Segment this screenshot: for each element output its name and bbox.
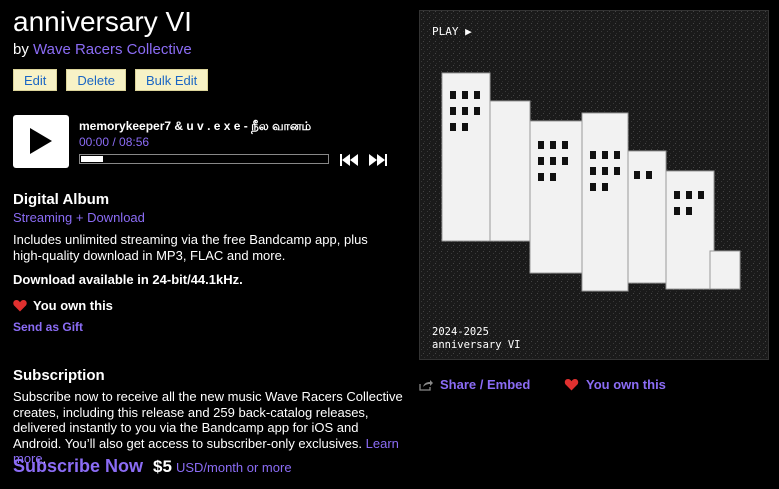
subscription-price: $5: [153, 457, 172, 476]
byline: by Wave Racers Collective: [13, 41, 192, 58]
you-own-this-button[interactable]: You own this: [564, 377, 666, 392]
artist-link[interactable]: Wave Racers Collective: [33, 41, 192, 58]
subscription-description: Subscribe now to receive all the new mus…: [13, 389, 408, 467]
edit-button[interactable]: Edit: [13, 69, 58, 91]
share-embed-button[interactable]: Share / Embed: [419, 377, 530, 392]
price-suffix: USD/month or more: [175, 460, 292, 475]
cover-art: PLAY ▶ 2024-2025 anniversary VI: [420, 11, 768, 359]
bulk-edit-button[interactable]: Bulk Edit: [134, 69, 209, 91]
you-own-this-label: You own this: [586, 377, 666, 392]
next-track-icon[interactable]: [369, 153, 389, 167]
album-description: Includes unlimited streaming via the fre…: [13, 232, 368, 263]
share-embed-label: Share / Embed: [440, 377, 531, 392]
send-as-gift-link[interactable]: Send as Gift: [13, 320, 83, 334]
share-icon: [419, 379, 433, 391]
subscription-text: Subscribe now to receive all the new mus…: [13, 389, 403, 451]
subscribe-row: Subscribe Now $5 USD/month or more: [13, 456, 292, 477]
download-note: Download available in 24-bit/44.1kHz.: [13, 272, 243, 287]
delete-button[interactable]: Delete: [66, 69, 126, 91]
owned-label: You own this: [33, 298, 113, 313]
album-cover[interactable]: PLAY ▶ 2024-2025 anniversary VI: [419, 10, 769, 360]
heart-icon: [13, 300, 27, 312]
streaming-download-label: Streaming + Download: [13, 210, 145, 225]
by-label: by: [13, 41, 29, 58]
cover-name-text: anniversary VI: [432, 339, 521, 351]
digital-album-heading: Digital Album: [13, 191, 110, 208]
play-button[interactable]: [13, 115, 69, 168]
cover-play-label: PLAY ▶: [432, 25, 472, 38]
album-title: anniversary VI: [13, 6, 192, 37]
track-time: 00:00 / 08:56: [79, 135, 150, 149]
track-title: memorykeeper7 & u v . e x e - நீல வானம்: [79, 119, 312, 133]
progress-bar[interactable]: [79, 154, 329, 164]
subscription-heading: Subscription: [13, 367, 105, 384]
admin-buttons: Edit Delete Bulk Edit: [13, 69, 209, 91]
subscribe-now-button[interactable]: Subscribe Now: [13, 456, 143, 477]
heart-icon: [564, 379, 579, 391]
cover-year-text: 2024-2025: [432, 326, 489, 338]
progress-fill: [81, 156, 103, 162]
previous-track-icon[interactable]: [340, 153, 360, 167]
play-icon: [30, 128, 52, 154]
owned-status: You own this: [13, 298, 113, 313]
